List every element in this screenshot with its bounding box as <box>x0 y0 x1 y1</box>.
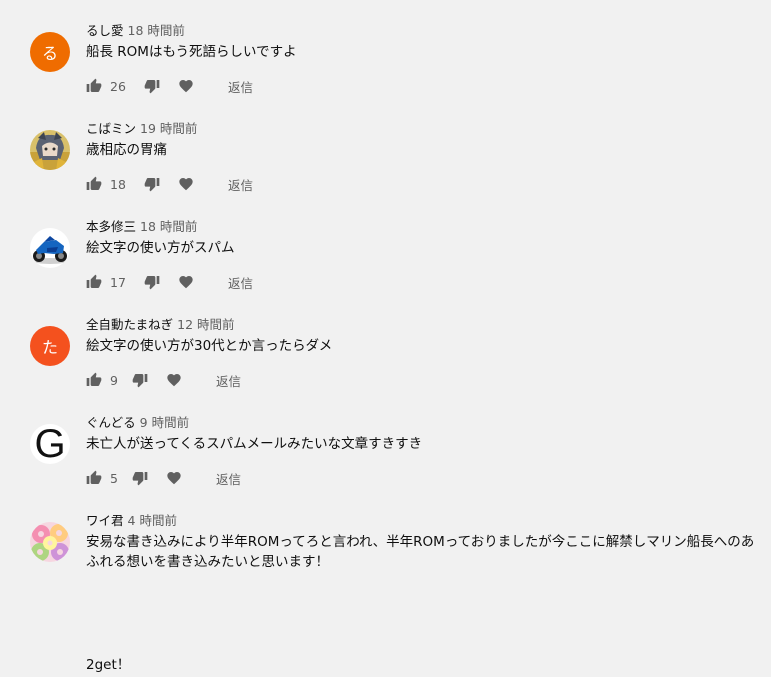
author-name[interactable]: 本多修三 <box>86 219 136 234</box>
author-name[interactable]: こばミン <box>86 121 136 136</box>
comment-time[interactable]: 4 時間前 <box>128 513 177 528</box>
comment-time[interactable]: 18 時間前 <box>140 219 197 234</box>
blue-motorcycle-avatar-image <box>30 228 70 268</box>
like-count: 9 <box>110 372 118 388</box>
avatar[interactable] <box>30 130 70 170</box>
comment-text: 絵文字の使い方が30代とか言ったらダメ <box>86 338 333 354</box>
author-name[interactable]: るし愛 <box>86 23 124 38</box>
comment-actions: 17 返信 <box>86 273 253 292</box>
like-count: 17 <box>110 274 126 290</box>
thumb-down-icon[interactable] <box>144 78 160 94</box>
like-count: 26 <box>110 78 126 94</box>
author-name[interactable]: 全自動たまねぎ <box>86 317 173 332</box>
comment-header: 本多修三 18 時間前 <box>86 218 197 236</box>
comment-header: ワイ君 4 時間前 <box>86 512 177 530</box>
comments-section: る るし愛 18 時間前 船長 ROMはもう死語らしいですよ 26 返信 こばミ… <box>0 0 771 677</box>
thumb-up-icon[interactable] <box>86 274 102 290</box>
comment-text: 未亡人が送ってくるスパムメールみたいな文章すきすき <box>86 436 423 452</box>
comment-actions: 18 返信 <box>86 175 253 194</box>
comment-text: 安易な書き込みにより半年ROMってろと言われ、半年ROMっておりましたが今ここに… <box>86 534 755 570</box>
comment-text: 歳相応の胃痛 <box>86 142 167 158</box>
thumb-down-icon[interactable] <box>144 176 160 192</box>
heart-icon[interactable] <box>178 274 194 290</box>
avatar[interactable] <box>30 522 70 562</box>
comment-text: 船長 ROMはもう死語らしいですよ <box>86 44 297 60</box>
avatar[interactable]: る <box>30 32 70 72</box>
comment-time[interactable]: 12 時間前 <box>177 317 234 332</box>
comment-header: 全自動たまねぎ 12 時間前 <box>86 316 235 334</box>
heart-icon[interactable] <box>166 470 182 486</box>
reply-button[interactable]: 返信 <box>216 371 241 390</box>
reply-button[interactable]: 返信 <box>228 77 253 96</box>
like-count: 18 <box>110 176 126 192</box>
thumb-up-icon[interactable] <box>86 78 102 94</box>
comment-actions: 26 返信 <box>86 77 253 96</box>
comment-text-continued: 2get！ <box>86 657 131 673</box>
comment-time[interactable]: 18 時間前 <box>128 23 185 38</box>
thumb-up-icon[interactable] <box>86 470 102 486</box>
thumb-down-icon[interactable] <box>132 470 148 486</box>
comment-actions: 5 返信 <box>86 469 241 488</box>
avatar[interactable]: た <box>30 326 70 366</box>
anime-character-avatar-image <box>30 130 70 170</box>
thumb-up-icon[interactable] <box>86 372 102 388</box>
like-count: 5 <box>110 470 118 486</box>
thumb-up-icon[interactable] <box>86 176 102 192</box>
reply-button[interactable]: 返信 <box>228 175 253 194</box>
avatar[interactable]: G <box>30 424 70 464</box>
heart-icon[interactable] <box>166 372 182 388</box>
avatar-letter: G <box>34 424 66 464</box>
reply-button[interactable]: 返信 <box>228 273 253 292</box>
heart-icon[interactable] <box>178 176 194 192</box>
comment-text: 絵文字の使い方がスパム <box>86 240 235 256</box>
comment-header: るし愛 18 時間前 <box>86 22 185 40</box>
comment-header: ぐんどる 9 時間前 <box>86 414 189 432</box>
author-name[interactable]: ぐんどる <box>86 415 136 430</box>
avatar-letter: る <box>41 44 58 63</box>
comment-time[interactable]: 19 時間前 <box>140 121 197 136</box>
avatar-letter: た <box>41 338 58 357</box>
comment-actions: 9 返信 <box>86 371 241 390</box>
reply-button[interactable]: 返信 <box>216 469 241 488</box>
thumb-down-icon[interactable] <box>132 372 148 388</box>
heart-icon[interactable] <box>178 78 194 94</box>
thumb-down-icon[interactable] <box>144 274 160 290</box>
author-name[interactable]: ワイ君 <box>86 513 124 528</box>
avatar[interactable] <box>30 228 70 268</box>
comment-header: こばミン 19 時間前 <box>86 120 197 138</box>
comment-time[interactable]: 9 時間前 <box>140 415 189 430</box>
donuts-avatar-image <box>30 522 70 562</box>
